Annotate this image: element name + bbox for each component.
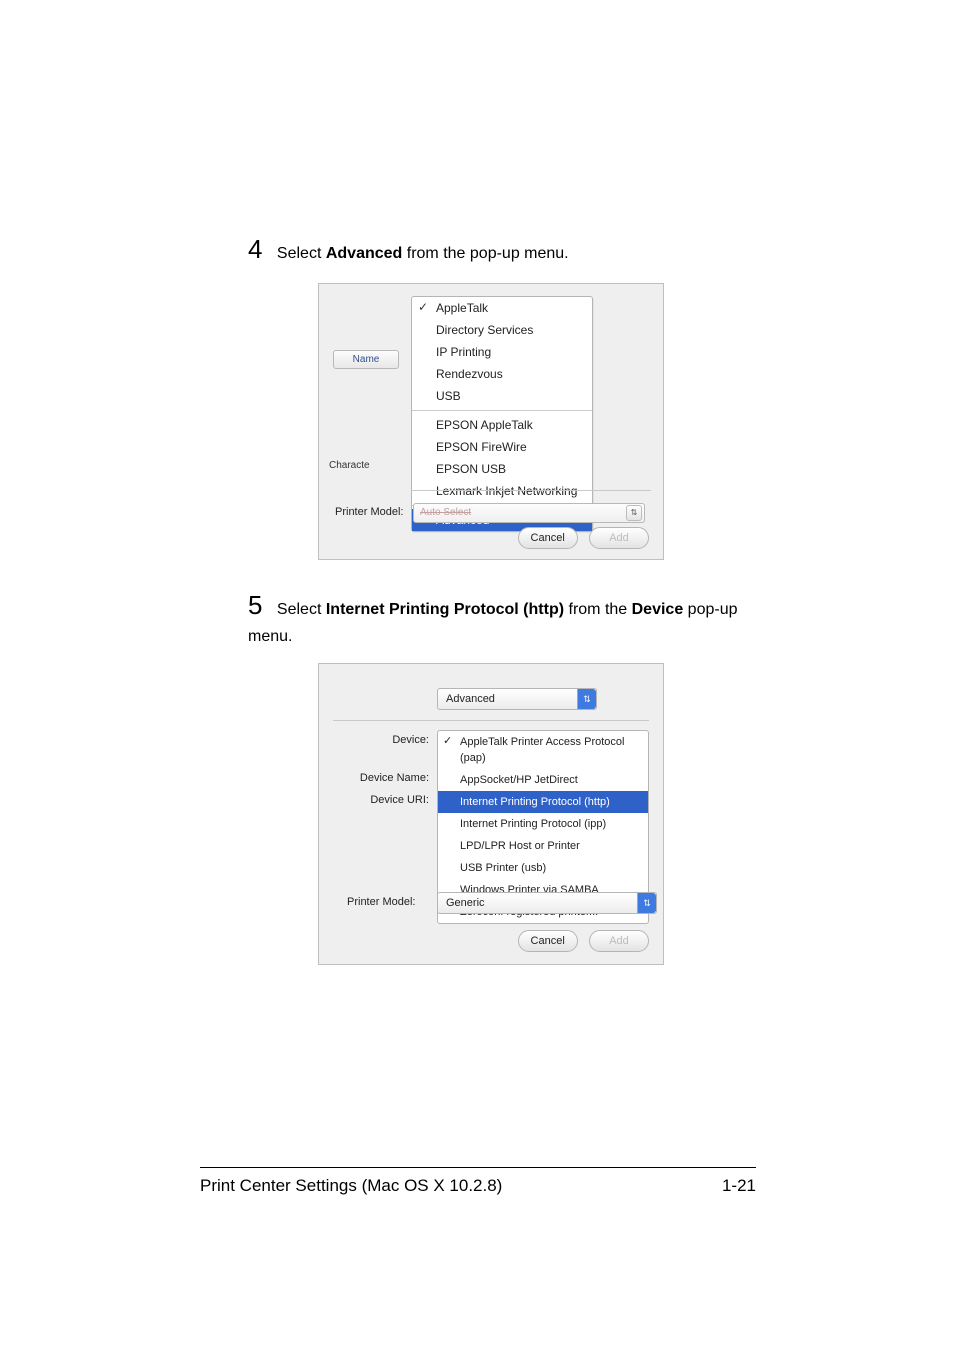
advanced-popup-button[interactable]: Advanced ⇅ (437, 688, 597, 710)
screenshot-device-menu: Advanced ⇅ Device: Device Name: Device U… (318, 663, 664, 965)
add-button[interactable]: Add (589, 930, 649, 952)
printer-list-column: Name Characte (319, 346, 411, 471)
menu-separator (412, 410, 592, 411)
document-page: 4 Select Advanced from the pop-up menu. … (0, 0, 954, 1350)
step-4-text: Select Advanced from the pop-up menu. (277, 245, 569, 262)
divider (333, 720, 649, 721)
menu-item-pap[interactable]: AppleTalk Printer Access Protocol (pap) (438, 731, 648, 769)
printer-model-select[interactable]: Auto Select ⇅ (413, 503, 645, 523)
divider (411, 490, 651, 491)
device-uri-label: Device URI: (331, 794, 429, 806)
step-4-number: 4 (248, 230, 262, 269)
menu-item-lpd[interactable]: LPD/LPR Host or Printer (438, 835, 648, 857)
updown-icon: ⇅ (637, 893, 656, 913)
updown-icon: ⇅ (577, 689, 596, 709)
menu-item-ipp[interactable]: Internet Printing Protocol (ipp) (438, 813, 648, 835)
menu-item-ip-printing[interactable]: IP Printing (412, 341, 592, 363)
menu-item-epson-appletalk[interactable]: EPSON AppleTalk (412, 414, 592, 436)
menu-item-rendezvous[interactable]: Rendezvous (412, 363, 592, 385)
step-5-number: 5 (248, 586, 262, 625)
menu-item-usb[interactable]: USB Printer (usb) (438, 857, 648, 879)
step-4: 4 Select Advanced from the pop-up menu. (248, 230, 754, 269)
add-button[interactable]: Add (589, 527, 649, 549)
advanced-popup-value: Advanced (446, 693, 495, 705)
step-5: 5 Select Internet Printing Protocol (htt… (248, 586, 754, 649)
charset-label: Characte (329, 460, 370, 471)
printer-model-value: Auto Select (414, 507, 471, 518)
step-5-text: Select Internet Printing Protocol (http)… (248, 601, 737, 645)
dialog-buttons: Cancel Add (510, 930, 649, 952)
printer-model-select[interactable]: Generic ⇅ (437, 892, 657, 914)
screenshot-advanced-menu: Name Characte AppleTalk Directory Servic… (318, 283, 664, 560)
printer-model-label: Printer Model: (347, 896, 415, 908)
menu-item-directory-services[interactable]: Directory Services (412, 319, 592, 341)
name-column-header: Name (333, 350, 399, 369)
page-footer: Print Center Settings (Mac OS X 10.2.8) … (200, 1167, 756, 1196)
menu-item-lexmark-inkjet[interactable]: Lexmark Inkjet Networking (412, 480, 592, 502)
device-name-label: Device Name: (331, 772, 429, 784)
menu-item-appletalk[interactable]: AppleTalk (412, 297, 592, 319)
footer-page-number: 1-21 (722, 1176, 756, 1196)
menu-item-epson-usb[interactable]: EPSON USB (412, 458, 592, 480)
menu-item-jetdirect[interactable]: AppSocket/HP JetDirect (438, 769, 648, 791)
device-label: Device: (331, 734, 429, 746)
connection-type-menu[interactable]: AppleTalk Directory Services IP Printing… (411, 296, 593, 532)
footer-title: Print Center Settings (Mac OS X 10.2.8) (200, 1176, 502, 1196)
printer-model-label: Printer Model: (335, 506, 403, 518)
cancel-button[interactable]: Cancel (518, 527, 578, 549)
dialog-buttons: Cancel Add (510, 527, 649, 549)
printer-model-value: Generic (446, 897, 485, 909)
updown-icon: ⇅ (626, 505, 642, 521)
menu-item-usb[interactable]: USB (412, 385, 592, 407)
menu-item-epson-firewire[interactable]: EPSON FireWire (412, 436, 592, 458)
cancel-button[interactable]: Cancel (518, 930, 578, 952)
menu-item-ipp-http[interactable]: Internet Printing Protocol (http) (438, 791, 648, 813)
